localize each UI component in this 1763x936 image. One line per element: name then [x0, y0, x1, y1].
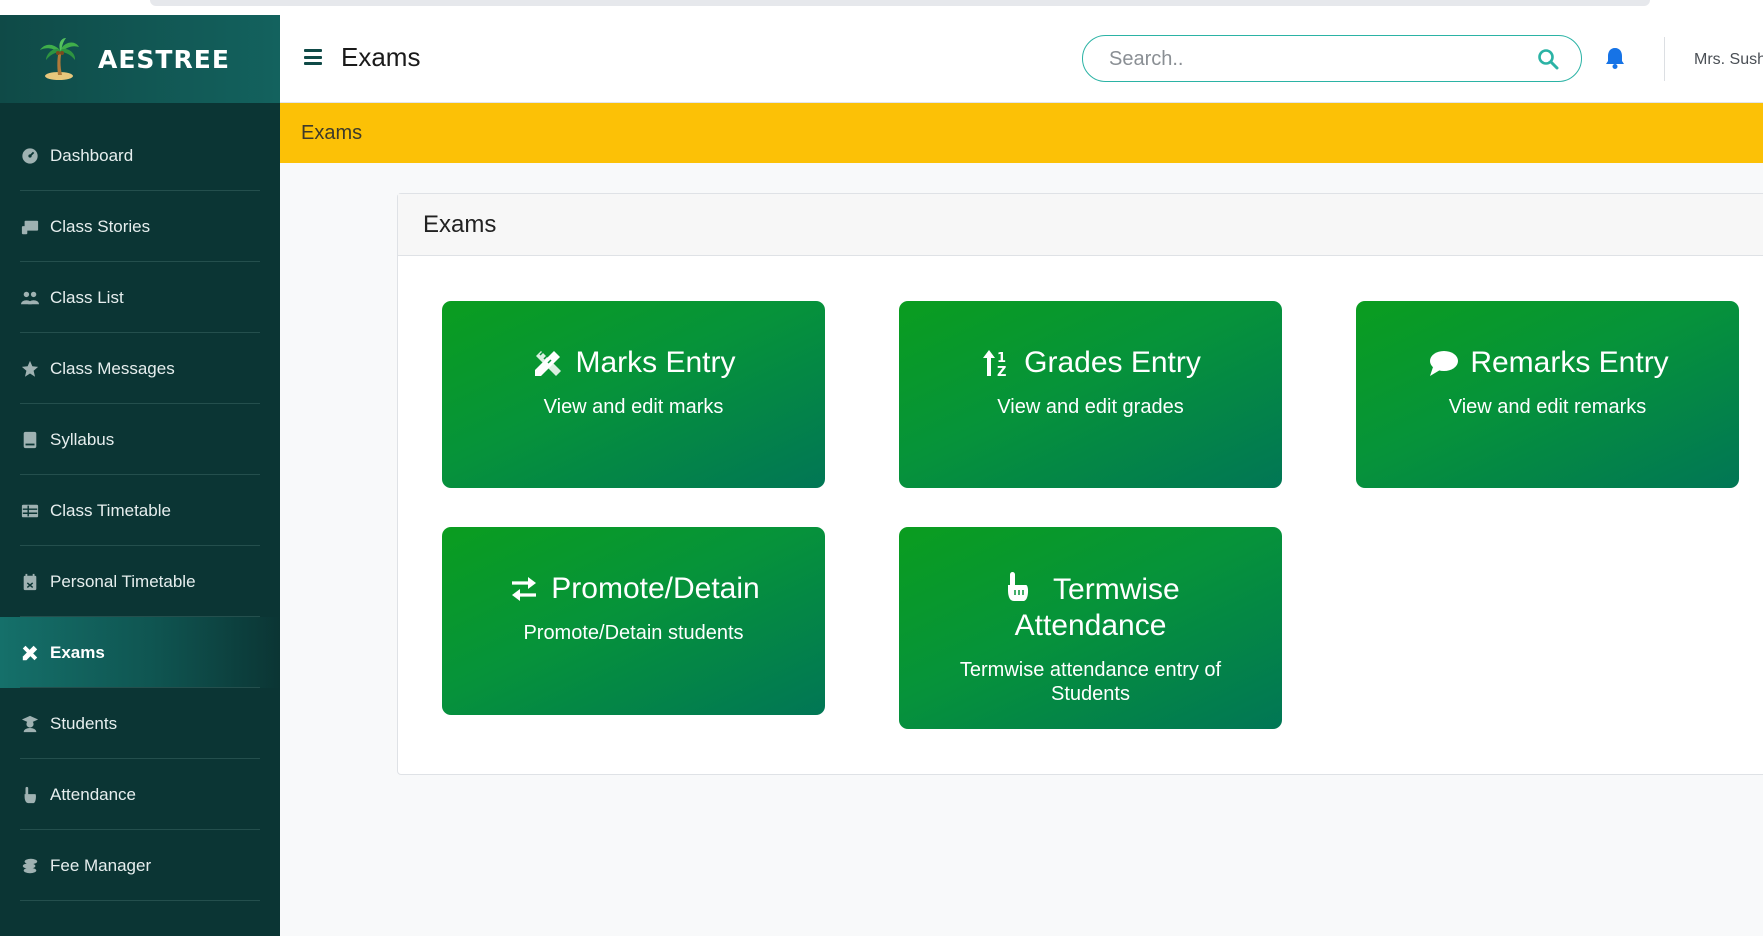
tile-title: Marks Entry [442, 345, 825, 381]
hamburger-menu-icon[interactable] [304, 49, 322, 65]
brand-name: AESTREE [98, 44, 230, 74]
browser-address-bar [150, 0, 1650, 6]
tile-title: 1Z Grades Entry [899, 345, 1282, 381]
grades-entry-tile[interactable]: 1Z Grades Entry View and edit grades [899, 301, 1282, 488]
marks-entry-tile[interactable]: Marks Entry View and edit marks [442, 301, 825, 488]
calendar-icon [20, 572, 40, 592]
promote-detain-tile[interactable]: Promote/Detain Promote/Detain students [442, 527, 825, 715]
panel-title: Exams [423, 211, 497, 238]
search-icon[interactable] [1537, 48, 1559, 70]
swap-arrows-icon [507, 573, 541, 605]
tile-subtitle: Termwise attendance entry of Students [959, 659, 1222, 705]
tile-subtitle: View and edit marks [543, 396, 724, 418]
top-bar: Exams Mrs. Sushma [280, 15, 1763, 103]
breadcrumb: Exams [280, 103, 1763, 163]
dashboard-icon [20, 146, 40, 166]
sidebar-item-fee-manager[interactable]: Fee Manager [0, 830, 280, 901]
search-box[interactable] [1082, 35, 1582, 82]
sidebar-item-dashboard[interactable]: Dashboard [0, 120, 280, 191]
svg-text:1: 1 [997, 351, 1006, 366]
sidebar-item-label: Class List [50, 287, 124, 307]
tile-subtitle: Promote/Detain students [523, 622, 744, 644]
notification-bell-icon[interactable] [1604, 46, 1626, 70]
sidebar-item-label: Class Timetable [50, 500, 171, 520]
table-icon [20, 501, 40, 521]
page-title: Exams [341, 42, 421, 72]
tile-subtitle: View and edit grades [997, 396, 1184, 418]
coins-icon [20, 856, 40, 876]
sidebar-item-class-stories[interactable]: Class Stories [0, 191, 280, 262]
users-icon [20, 288, 40, 308]
sidebar-item-syllabus[interactable]: Syllabus [0, 404, 280, 475]
header-divider [1664, 37, 1665, 81]
class-stories-icon [20, 217, 40, 237]
brand[interactable]: AESTREE [0, 15, 280, 103]
sidebar-item-class-timetable[interactable]: Class Timetable [0, 475, 280, 546]
tile-subtitle: View and edit remarks [1448, 396, 1647, 418]
sidebar-item-class-messages[interactable]: Class Messages [0, 333, 280, 404]
search-input[interactable] [1109, 46, 1509, 72]
sidebar-item-label: Exams [50, 642, 105, 662]
user-name[interactable]: Mrs. Sushma [1694, 51, 1763, 69]
remarks-entry-tile[interactable]: Remarks Entry View and edit remarks [1356, 301, 1739, 488]
comment-icon [1426, 347, 1460, 379]
palm-tree-logo-icon [40, 38, 79, 80]
hand-icon [20, 785, 40, 805]
termwise-attendance-tile[interactable]: Termwise Attendance Termwise attendance … [899, 527, 1282, 729]
breadcrumb-current: Exams [301, 122, 363, 144]
student-icon [20, 714, 40, 734]
sidebar-item-label: Attendance [50, 784, 137, 804]
exams-icon [20, 643, 40, 663]
sidebar-item-students[interactable]: Students [0, 688, 280, 759]
tile-title: Remarks Entry [1356, 345, 1739, 381]
sidebar-item-label: Class Stories [50, 216, 151, 236]
sidebar-item-attendance[interactable]: Attendance [0, 759, 280, 830]
exams-panel: Exams Marks Entry View and edit marks 1Z… [397, 193, 1763, 775]
pencil-ruler-icon [531, 347, 565, 379]
book-icon [20, 430, 40, 450]
tile-title: Termwise Attendance [899, 571, 1282, 644]
star-icon [20, 359, 40, 379]
sidebar-item-label: Class Messages [50, 358, 175, 378]
svg-text:Z: Z [997, 365, 1006, 379]
sort-grade-icon: 1Z [980, 347, 1014, 379]
sidebar-nav: Dashboard Class Stories Class List Class… [0, 103, 280, 901]
sidebar: AESTREE Dashboard Class Stories Class Li… [0, 15, 280, 936]
tile-title: Promote/Detain [442, 571, 825, 607]
sidebar-item-label: Dashboard [50, 145, 134, 165]
sidebar-item-label: Personal Timetable [50, 571, 196, 591]
sidebar-item-personal-timetable[interactable]: Personal Timetable [0, 546, 280, 617]
panel-header: Exams [398, 194, 1763, 256]
sidebar-item-class-list[interactable]: Class List [0, 262, 280, 333]
sidebar-item-exams[interactable]: Exams [0, 617, 280, 688]
sidebar-item-label: Fee Manager [50, 855, 152, 875]
browser-chrome-strip [0, 0, 1763, 15]
sidebar-item-label: Syllabus [50, 429, 115, 449]
raised-hand-icon [1001, 571, 1035, 603]
sidebar-item-label: Students [50, 713, 118, 733]
